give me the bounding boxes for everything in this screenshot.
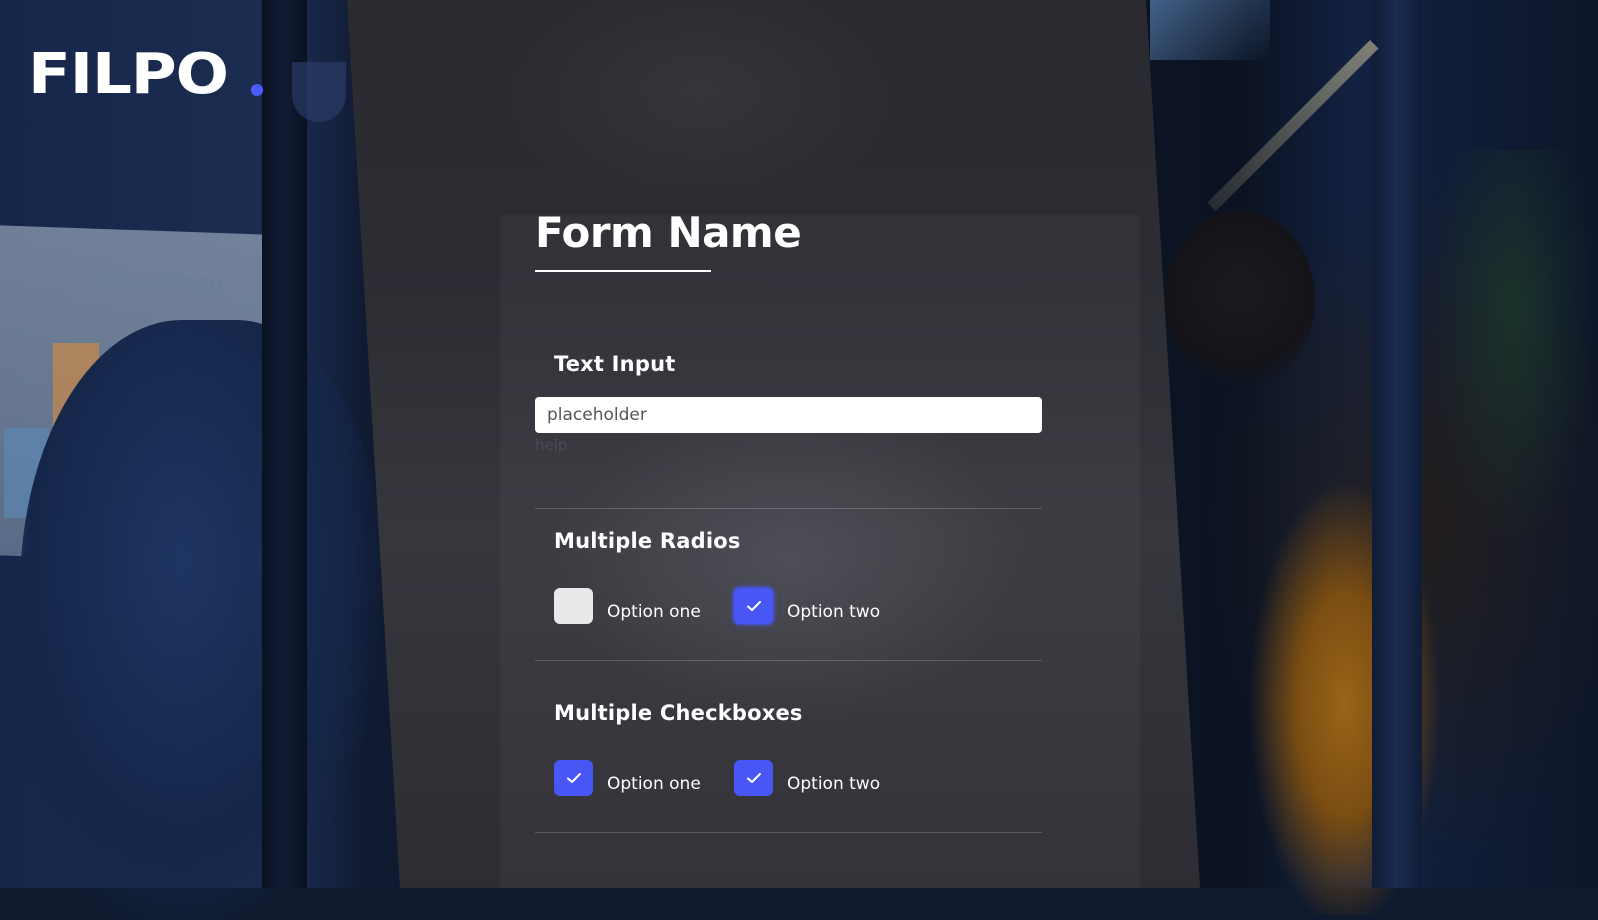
background-light-streak	[1207, 40, 1379, 212]
radio-option-one[interactable]: Option one	[554, 588, 701, 624]
checkbox[interactable]	[734, 760, 773, 796]
form-title: Form Name	[535, 208, 802, 257]
check-icon	[566, 773, 581, 783]
radio-button[interactable]	[734, 588, 773, 624]
radio-option-label: Option one	[607, 602, 701, 622]
radios-label: Multiple Radios	[554, 529, 741, 553]
background-accent	[1150, 0, 1270, 60]
checkbox-option-label: Option two	[787, 774, 881, 794]
divider	[535, 832, 1042, 833]
text-input-help: help	[535, 436, 568, 454]
check-icon	[746, 601, 761, 611]
text-input-label: Text Input	[554, 352, 676, 376]
checkbox-option-two[interactable]: Option two	[734, 760, 880, 796]
radio-option-two[interactable]: Option two	[734, 588, 880, 624]
logo-text: FILPO	[28, 42, 229, 107]
radio-option-label: Option two	[787, 602, 881, 622]
background-person-head	[1165, 210, 1315, 390]
radio-button[interactable]	[554, 588, 593, 624]
check-icon	[746, 773, 761, 783]
background-screen-text: Comparison	[84, 265, 226, 295]
logo[interactable]: FILPO	[28, 40, 229, 110]
checkbox-option-label: Option one	[607, 774, 701, 794]
checkbox[interactable]	[554, 760, 593, 796]
title-underline	[535, 270, 711, 272]
logo-dot	[251, 84, 263, 96]
background-accent	[292, 62, 346, 122]
checkbox-option-one[interactable]: Option one	[554, 760, 701, 796]
divider	[535, 508, 1042, 509]
background-frame	[1372, 0, 1422, 888]
text-input-field[interactable]	[535, 397, 1042, 433]
background-person	[20, 320, 380, 920]
background-frame	[262, 0, 307, 888]
checkboxes-label: Multiple Checkboxes	[554, 701, 803, 725]
divider	[535, 660, 1042, 661]
